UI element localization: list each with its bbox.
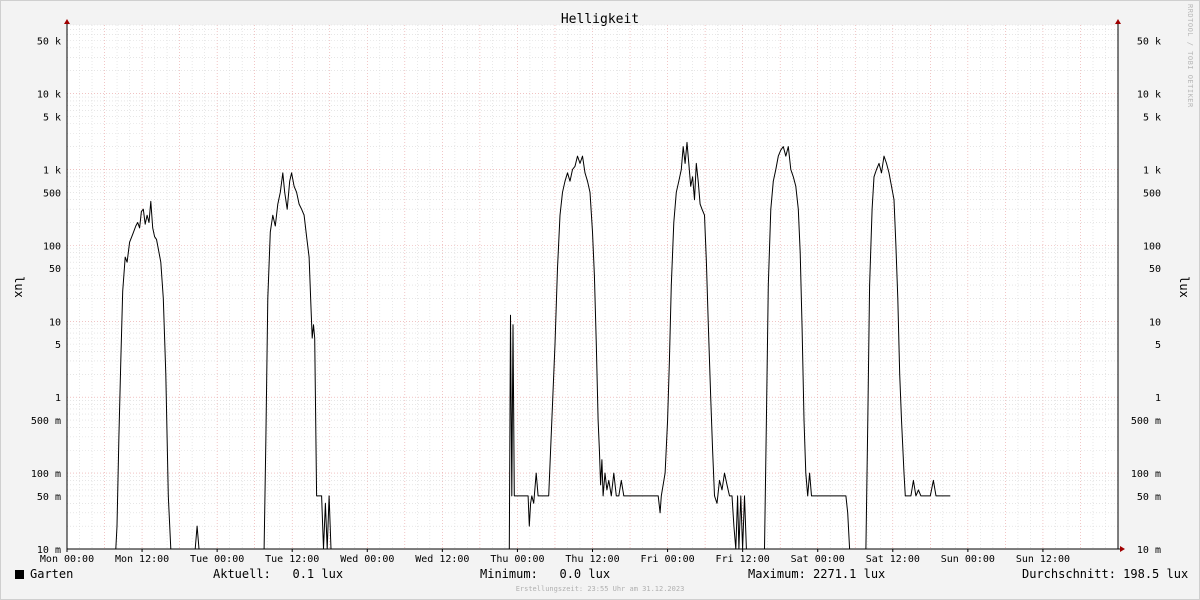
x-tick-label: Wed 00:00 [340, 554, 394, 565]
legend-maximum: Maximum: 2271.1 lux [748, 567, 885, 581]
y-tick-label-right: 1 [1155, 393, 1161, 404]
legend-series-name: Garten [30, 567, 74, 581]
y-tick-label-left: 500 [43, 188, 61, 199]
x-axis-arrow [1120, 546, 1125, 552]
x-tick-label: Thu 12:00 [565, 554, 619, 565]
y-tick-label-right: 10 k [1137, 90, 1161, 101]
y-tick-label-right: 10 m [1137, 545, 1161, 556]
x-tick-label: Thu 00:00 [490, 554, 544, 565]
y-axis-arrow-right [1115, 19, 1121, 24]
y-axis-arrow-left [64, 19, 70, 24]
current-label: Aktuell: [213, 567, 271, 581]
x-tick-label: Tue 12:00 [265, 554, 319, 565]
y-tick-label-left: 100 m [31, 469, 61, 480]
y-tick-label-left: 10 k [37, 90, 61, 101]
rrdtool-watermark: RRDTOOL / TOBI OETIKER [1186, 4, 1194, 108]
y-tick-label-left: 50 m [37, 492, 61, 503]
y-tick-label-right: 100 [1143, 241, 1161, 252]
average-value: 198.5 lux [1123, 567, 1189, 581]
y-tick-label-right: 5 k [1143, 112, 1161, 123]
x-tick-label: Sat 12:00 [866, 554, 920, 565]
y-tick-label-right: 100 m [1131, 469, 1161, 480]
x-tick-label: Wed 12:00 [415, 554, 469, 565]
y-tick-label-left: 1 k [43, 165, 61, 176]
y-tick-label-right: 500 m [1131, 416, 1161, 427]
average-label: Durchschnitt: [1022, 567, 1116, 581]
x-tick-label: Fri 12:00 [716, 554, 770, 565]
x-tick-label: Sun 12:00 [1016, 554, 1070, 565]
chart: 50 k 50 k 10 k 10 k 5 k 5 k 1 k 1 k 500 500 100 100… [12, 12, 1191, 565]
y-tick-label-left: 10 [49, 317, 61, 328]
y-tick-label-right: 5 [1155, 340, 1161, 351]
y-tick-label-right: 50 k [1137, 36, 1161, 47]
y-tick-label-left: 1 [55, 393, 61, 404]
legend-swatch [15, 570, 24, 579]
minimum-label: Minimum: [480, 567, 538, 581]
x-tick-label: Sun 00:00 [941, 554, 995, 565]
y-axis-label-left: lux [12, 276, 26, 298]
y-tick-label-right: 500 [1143, 188, 1161, 199]
y-tick-label-left: 50 [49, 264, 61, 275]
x-tick-label: Mon 00:00 [40, 554, 94, 565]
creation-time-footer: Erstellungszeit: 23:55 Uhr am 31.12.2023 [515, 585, 685, 593]
y-tick-label-left: 5 [55, 340, 61, 351]
y-tick-label-right: 10 [1149, 317, 1161, 328]
minimum-value: 0.0 lux [559, 567, 611, 581]
legend-average: Durchschnitt: 198.5 lux [1022, 567, 1188, 581]
legend-minimum: Minimum: 0.0 lux [480, 567, 610, 581]
y-tick-label-right: 50 [1149, 264, 1161, 275]
x-tick-label: Tue 00:00 [190, 554, 244, 565]
current-value: 0.1 lux [292, 567, 344, 581]
y-tick-label-left: 100 [43, 241, 61, 252]
y-tick-label-left: 5 k [43, 112, 61, 123]
legend-current: Aktuell: 0.1 lux [213, 567, 343, 581]
y-tick-label-right: 50 m [1137, 492, 1161, 503]
x-tick-label: Mon 12:00 [115, 554, 169, 565]
y-axis-label-right: lux [1177, 276, 1191, 298]
x-tick-label: Sat 00:00 [791, 554, 845, 565]
maximum-value: 2271.1 lux [813, 567, 886, 581]
chart-title: Helligkeit [561, 12, 639, 27]
maximum-label: Maximum: [748, 567, 806, 581]
y-tick-label-right: 1 k [1143, 165, 1161, 176]
x-tick-label: Fri 00:00 [640, 554, 694, 565]
y-tick-label-left: 500 m [31, 416, 61, 427]
y-tick-label-left: 50 k [37, 36, 61, 47]
